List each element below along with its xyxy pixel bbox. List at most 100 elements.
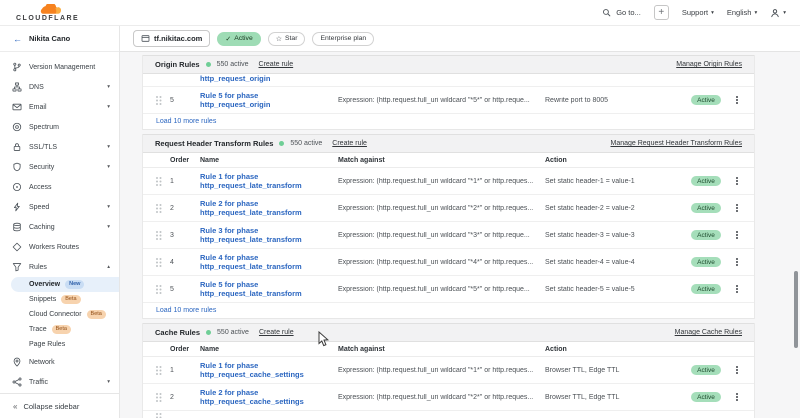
drag-handle-icon[interactable] xyxy=(156,357,170,383)
nav-badge: Beta xyxy=(52,325,71,334)
rule-order: 1 xyxy=(170,367,200,374)
create-rule-link[interactable]: Create rule xyxy=(259,61,294,68)
kebab-menu-icon[interactable] xyxy=(730,168,744,194)
kebab-menu-icon[interactable] xyxy=(730,357,744,383)
sidebar-item-email[interactable]: Email ▾ xyxy=(0,97,119,117)
sidebar-item-ssl-tls[interactable]: SSL/TLS ▾ xyxy=(0,137,119,157)
active-dot-icon xyxy=(206,62,211,67)
drag-handle-icon[interactable] xyxy=(156,168,170,194)
sidebar-item-label: Spectrum xyxy=(29,124,59,131)
kebab-menu-icon[interactable] xyxy=(730,276,744,302)
kebab-menu-icon[interactable] xyxy=(730,249,744,275)
drag-handle-icon[interactable] xyxy=(156,276,170,302)
sidebar-item-security[interactable]: Security ▾ xyxy=(0,157,119,177)
kebab-menu-icon[interactable] xyxy=(730,384,744,410)
chevron-icon: ▾ xyxy=(107,224,110,230)
zone-status-badge: ✓ Active xyxy=(217,32,260,46)
chevron-down-icon: ▾ xyxy=(754,10,757,16)
account-header: ← Nikita Cano xyxy=(0,26,119,52)
load-more-rules-link[interactable]: Load 10 more rules xyxy=(143,303,754,319)
spectrum-icon xyxy=(12,122,22,132)
sidebar-item-workers-routes[interactable]: Workers Routes xyxy=(0,237,119,257)
rule-match-expression: Expression: (http.request.full_uri wildc… xyxy=(338,97,545,104)
drag-handle-icon[interactable] xyxy=(156,384,170,410)
table-row: 2 Rule 2 for phase http_request_cache_se… xyxy=(143,384,754,411)
sidebar-item-label: SSL/TLS xyxy=(29,144,57,151)
load-more-rules-link[interactable]: Load 10 more rules xyxy=(143,114,754,130)
rule-name-line1: Rule 5 for phase xyxy=(200,91,338,100)
sidebar-item-version-management[interactable]: Version Management xyxy=(0,57,119,77)
manage-rules-link[interactable]: Manage Origin Rules xyxy=(676,61,742,68)
sidebar-item-caching[interactable]: Caching ▾ xyxy=(0,217,119,237)
goto-search[interactable]: Go to... xyxy=(602,8,641,18)
drag-handle-icon[interactable] xyxy=(156,249,170,275)
sidebar-item-network[interactable]: Network xyxy=(0,352,119,372)
create-rule-link[interactable]: Create rule xyxy=(332,140,367,147)
status-badge: Active xyxy=(691,176,721,186)
rule-name-line1: Rule 4 for phase xyxy=(200,253,338,262)
chevron-icon: ▾ xyxy=(107,84,110,90)
cloudflare-cloud-icon xyxy=(33,4,63,15)
drag-handle-icon[interactable] xyxy=(156,195,170,221)
section-title: Origin Rules xyxy=(155,60,200,69)
column-order: Order xyxy=(170,346,200,353)
rule-name-link[interactable]: http_request_origin xyxy=(200,74,338,83)
status-badge: Active xyxy=(691,365,721,375)
drag-handle-icon[interactable] xyxy=(156,414,170,418)
rule-name-line1: Rule 1 for phase xyxy=(200,172,338,181)
version-management-icon xyxy=(12,62,22,72)
manage-rules-link[interactable]: Manage Request Header Transform Rules xyxy=(610,140,742,147)
rule-name-line2: http_request_late_transform xyxy=(200,208,338,217)
rule-name-link[interactable]: Rule 5 for phase http_request_origin xyxy=(200,91,338,109)
back-arrow-icon[interactable]: ← xyxy=(13,34,22,44)
user-menu[interactable]: ▾ xyxy=(770,8,786,18)
rule-match-expression: Expression: (http.request.full_uri wildc… xyxy=(338,178,545,185)
workers-routes-icon xyxy=(12,242,22,252)
request-header-transform-rows: 1 Rule 1 for phase http_request_late_tra… xyxy=(143,168,754,303)
rule-action: Set static header-2 = value-2 xyxy=(545,205,682,212)
kebab-menu-icon[interactable] xyxy=(730,87,744,113)
chevron-icon: ▾ xyxy=(107,379,110,385)
manage-rules-link[interactable]: Manage Cache Rules xyxy=(675,329,742,336)
cloudflare-logo[interactable]: CLOUDFLARE xyxy=(16,4,79,22)
drag-handle-icon[interactable] xyxy=(156,222,170,248)
sidebar-item-access[interactable]: Access xyxy=(0,177,119,197)
rule-name-link[interactable]: Rule 3 for phase http_request_late_trans… xyxy=(200,226,338,244)
rule-name-link[interactable]: Rule 1 for phase http_request_cache_sett… xyxy=(200,361,338,379)
sidebar-item-trace[interactable]: Trace Beta xyxy=(0,322,119,337)
sidebar-item-cloud-connector[interactable]: Cloud Connector Beta xyxy=(0,307,119,322)
sidebar-item-overview[interactable]: Overview New xyxy=(11,277,119,292)
sidebar-item-page-rules[interactable]: Page Rules xyxy=(0,337,119,352)
rule-name-link[interactable]: Rule 2 for phase http_request_cache_sett… xyxy=(200,388,338,406)
sidebar-item-label: Trace xyxy=(29,326,47,333)
sidebar-item-rules[interactable]: Rules ▴ xyxy=(0,257,119,277)
plan-badge: Enterprise plan xyxy=(312,32,374,46)
create-rule-link[interactable]: Create rule xyxy=(259,329,294,336)
rules-content: Origin Rules 550 active Create rule Mana… xyxy=(120,52,800,418)
sidebar-item-label: Page Rules xyxy=(29,341,65,348)
sidebar-item-label: Speed xyxy=(29,204,49,211)
drag-handle-icon[interactable] xyxy=(156,87,170,113)
sidebar-item-traffic[interactable]: Traffic ▾ xyxy=(0,372,119,392)
sidebar-item-snippets[interactable]: Snippets Beta xyxy=(0,292,119,307)
rule-name-link[interactable]: Rule 2 for phase http_request_late_trans… xyxy=(200,199,338,217)
language-menu[interactable]: English ▾ xyxy=(727,8,757,17)
sidebar-item-speed[interactable]: Speed ▾ xyxy=(0,197,119,217)
rule-match-expression: Expression: (http.request.full_uri wildc… xyxy=(338,232,545,239)
rule-name-link[interactable]: Rule 4 for phase http_request_late_trans… xyxy=(200,253,338,271)
rule-name-link[interactable]: Rule 5 for phase http_request_late_trans… xyxy=(200,280,338,298)
add-site-button[interactable]: + xyxy=(654,5,669,20)
kebab-menu-icon[interactable] xyxy=(730,195,744,221)
zone-domain: tf.nikitac.com xyxy=(154,34,202,43)
support-menu[interactable]: Support ▾ xyxy=(682,8,714,17)
rule-name-line2: http_request_cache_settings xyxy=(200,397,338,406)
sidebar-item-dns[interactable]: DNS ▾ xyxy=(0,77,119,97)
kebab-menu-icon[interactable] xyxy=(730,222,744,248)
rule-name-link[interactable]: Rule 1 for phase http_request_late_trans… xyxy=(200,172,338,190)
sidebar-item-spectrum[interactable]: Spectrum xyxy=(0,117,119,137)
star-button[interactable]: ☆ Star xyxy=(268,32,306,46)
vertical-scrollbar[interactable] xyxy=(794,271,798,348)
collapse-sidebar-button[interactable]: « Collapse sidebar xyxy=(0,393,119,418)
rule-order: 5 xyxy=(170,286,200,293)
zone-selector[interactable]: tf.nikitac.com xyxy=(133,30,210,47)
